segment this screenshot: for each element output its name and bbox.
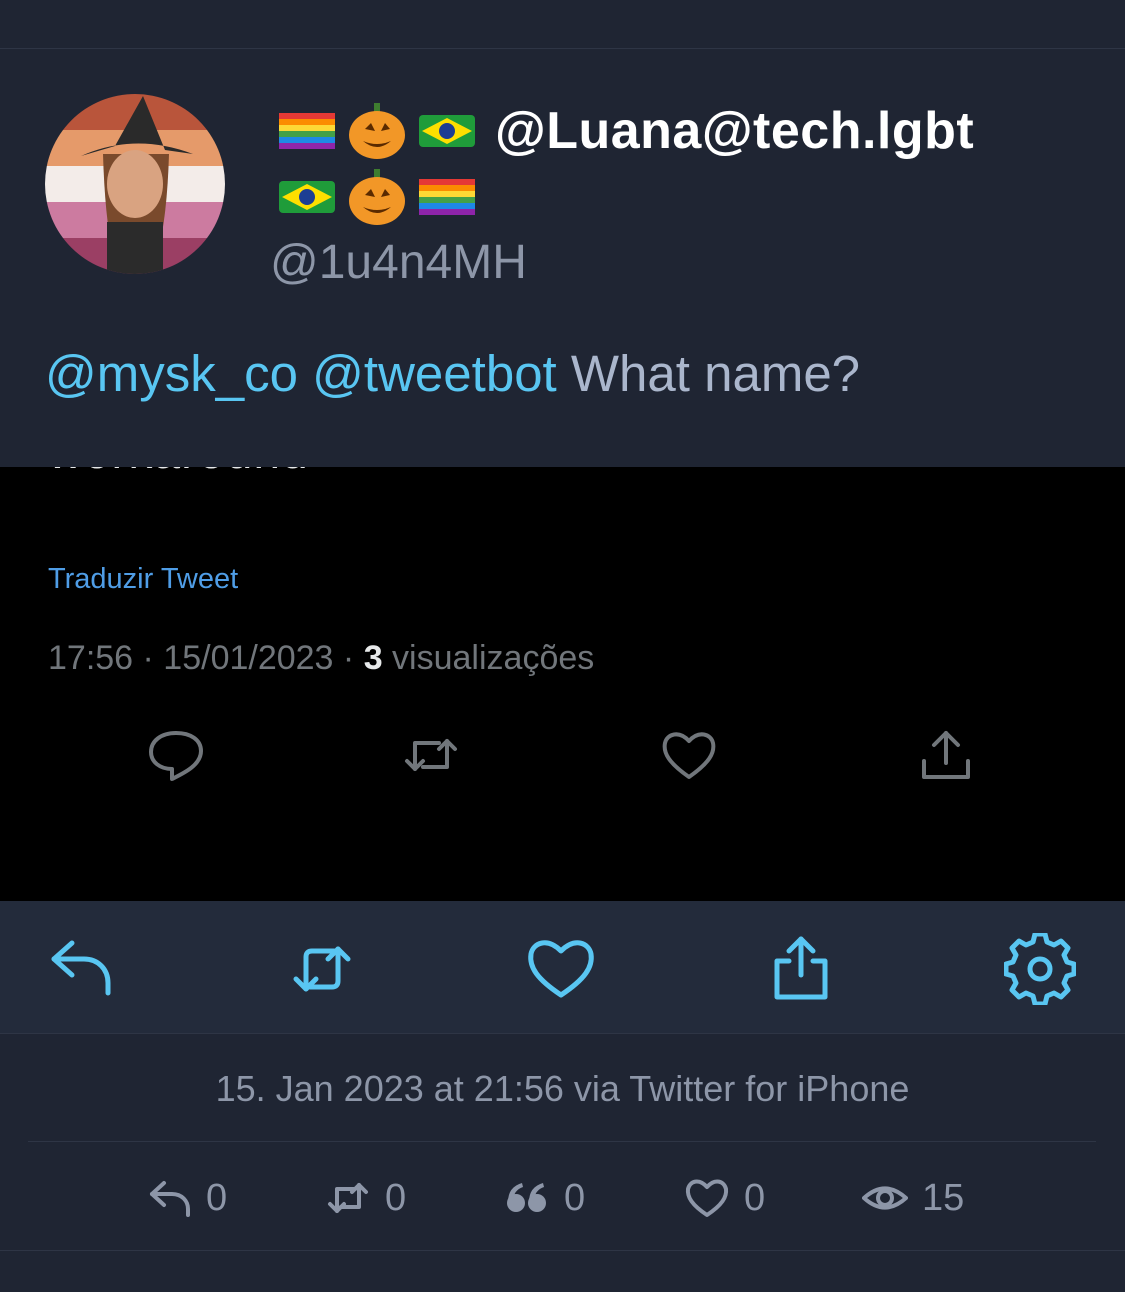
share-icon xyxy=(922,731,970,779)
mention-link[interactable]: @tweetbot xyxy=(312,345,557,402)
like-count-stat[interactable]: 0 xyxy=(684,1170,765,1226)
retweet-icon[interactable] xyxy=(286,933,358,1005)
jack-o-lantern-icon xyxy=(349,103,405,159)
quote-count: 0 xyxy=(564,1176,586,1219)
tweet-action-bar xyxy=(0,901,1125,1034)
cropped-text: workaround xyxy=(48,467,309,480)
avatar[interactable] xyxy=(45,94,225,274)
embedded-screenshot[interactable]: workaround Traduzir Tweet 17:56 · 15/01/… xyxy=(0,467,1125,901)
reply-count: 0 xyxy=(206,1176,228,1219)
tweet-time-date: 17:56 · 15/01/2023 · xyxy=(48,639,364,677)
comment-icon xyxy=(149,731,203,781)
share-icon[interactable] xyxy=(765,933,837,1005)
tweet-meta: 17:56 · 15/01/2023 · 3 visualizações xyxy=(48,639,594,678)
engagement-stats: 0 0 0 0 15 xyxy=(0,1170,1125,1226)
heart-icon[interactable] xyxy=(525,933,597,1005)
gear-icon[interactable] xyxy=(1004,933,1076,1005)
tweet-text: @mysk_co @tweetbot What name? xyxy=(45,344,860,403)
translate-link: Traduzir Tweet xyxy=(48,563,239,595)
tweet-body: What name? xyxy=(570,345,861,402)
retweet-count: 0 xyxy=(385,1176,407,1219)
eye-icon xyxy=(862,1186,908,1210)
views-count: 3 xyxy=(363,639,383,677)
tweet-dateline: 15. Jan 2023 at 21:56 via Twitter for iP… xyxy=(215,1068,910,1109)
display-name-line-2 xyxy=(277,167,487,227)
reply-icon xyxy=(150,1181,190,1217)
rainbow-flag-icon xyxy=(279,113,335,149)
view-count-stat[interactable]: 15 xyxy=(862,1170,964,1226)
retweet-icon xyxy=(405,739,457,771)
tweet: @Luana@tech.lgbt @1u4n4MH @mysk_co @twee… xyxy=(0,49,1125,467)
display-name-line: @Luana@tech.lgbt xyxy=(277,101,974,161)
views-label: visualizações xyxy=(382,639,595,677)
display-name[interactable]: @Luana@tech.lgbt xyxy=(495,101,974,161)
top-bar xyxy=(0,0,1125,49)
reply-icon[interactable] xyxy=(46,933,118,1005)
heart-icon xyxy=(662,732,716,779)
user-handle[interactable]: @1u4n4MH xyxy=(270,235,527,290)
quote-count-stat[interactable]: 0 xyxy=(504,1170,585,1226)
brazil-flag-icon xyxy=(279,181,335,213)
quote-icon xyxy=(507,1183,546,1212)
jack-o-lantern-icon xyxy=(349,169,405,225)
retweet-icon xyxy=(328,1183,368,1213)
view-count: 15 xyxy=(922,1176,965,1219)
heart-icon xyxy=(685,1179,729,1217)
mention-link[interactable]: @mysk_co xyxy=(45,345,298,402)
retweet-count-stat[interactable]: 0 xyxy=(325,1170,406,1226)
like-count: 0 xyxy=(744,1176,766,1219)
reply-count-stat[interactable]: 0 xyxy=(146,1170,227,1226)
brazil-flag-icon xyxy=(419,115,475,147)
divider xyxy=(0,1250,1125,1251)
rainbow-flag-icon xyxy=(419,179,475,215)
divider xyxy=(28,1141,1096,1142)
